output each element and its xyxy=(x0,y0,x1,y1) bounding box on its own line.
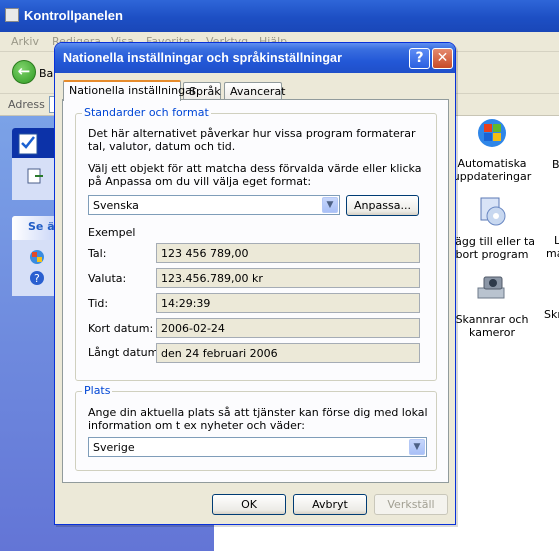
format-select[interactable]: Svenska ▼ xyxy=(88,195,340,215)
example-value-long-date: den 24 februari 2006 xyxy=(156,343,420,363)
standards-formats-group: Standarder och format Det här alternativ… xyxy=(75,106,437,381)
cp-item-automatic-updates[interactable]: Automatiska uppdateringar xyxy=(447,116,537,183)
dialog-titlebar[interactable]: Nationella inställningar och språkinstäl… xyxy=(55,43,455,73)
group-label: Standarder och format xyxy=(82,106,211,119)
example-value-currency: 123.456.789,00 kr xyxy=(156,268,420,288)
scanner-camera-icon xyxy=(477,276,505,299)
chevron-down-icon[interactable]: ▼ xyxy=(409,439,425,455)
example-label-currency: Valuta: xyxy=(88,272,127,285)
apply-button[interactable]: Verkställ xyxy=(374,494,448,515)
location-description: Ange din aktuella plats så att tjänster … xyxy=(88,406,428,432)
windows-update-small-icon[interactable] xyxy=(28,248,46,266)
select-prompt: Välj ett objekt för att matcha dess förv… xyxy=(88,162,422,188)
example-label-number: Tal: xyxy=(88,247,107,260)
example-value-time: 14:29:39 xyxy=(156,293,420,313)
background-window-title: Kontrollpanelen xyxy=(24,8,123,23)
cp-item-edge-label[interactable]: Bi xyxy=(552,158,559,171)
regional-language-dialog: Nationella inställningar och språkinstäl… xyxy=(54,42,456,525)
cp-item-edge-label[interactable]: ma xyxy=(546,247,559,260)
example-label-time: Tid: xyxy=(88,297,109,310)
location-select-value: Sverige xyxy=(93,441,135,454)
cp-item-edge-label[interactable]: L xyxy=(554,234,559,247)
standards-description: Det här alternativet påverkar hur vissa … xyxy=(88,127,416,153)
add-remove-programs-icon xyxy=(480,197,506,226)
cp-item-label: Automatiska uppdateringar xyxy=(452,157,532,183)
cancel-button[interactable]: Avbryt xyxy=(293,494,367,515)
background-window-titlebar[interactable]: Kontrollpanelen xyxy=(0,0,559,32)
cp-item-add-remove-programs[interactable]: Lägg till eller ta bort program xyxy=(447,194,537,261)
example-value-short-date: 2006-02-24 xyxy=(156,318,420,338)
customize-button[interactable]: Anpassa... xyxy=(346,195,419,216)
chevron-down-icon[interactable]: ▼ xyxy=(322,197,338,213)
task-box-header xyxy=(12,128,60,158)
see-also-header[interactable]: Se ä xyxy=(12,216,60,240)
help-icon[interactable]: ? xyxy=(409,48,430,69)
windows-update-icon xyxy=(478,119,506,147)
location-group: Plats Ange din aktuella plats så att tjä… xyxy=(75,384,437,471)
dialog-title: Nationella inställningar och språkinstäl… xyxy=(63,51,343,65)
example-value-number: 123 456 789,00 xyxy=(156,243,420,263)
example-label-long-date: Långt datum: xyxy=(88,346,163,359)
task-box-see-also: Se ä ? xyxy=(12,216,60,296)
format-select-value: Svenska xyxy=(93,199,139,212)
checklist-icon xyxy=(18,133,38,155)
ok-button[interactable]: OK xyxy=(212,494,286,515)
back-arrow-icon[interactable]: ← xyxy=(12,60,36,84)
close-icon[interactable]: ✕ xyxy=(432,48,453,69)
control-panel-icon xyxy=(5,8,19,22)
location-select[interactable]: Sverige ▼ xyxy=(88,437,427,457)
group-label: Plats xyxy=(82,384,113,397)
address-label: Adress xyxy=(8,98,45,111)
examples-heading: Exempel xyxy=(88,226,136,239)
menu-arkiv[interactable]: Arkiv xyxy=(11,35,39,48)
tab-panel: Standarder och format Det här alternativ… xyxy=(62,99,449,483)
tab-regional-options[interactable]: Nationella inställningar xyxy=(63,80,196,101)
switch-view-icon[interactable] xyxy=(26,166,46,186)
cp-item-edge-label[interactable]: Skr xyxy=(544,308,559,321)
task-box-control-panel xyxy=(12,128,60,200)
cp-item-label: Skannrar och kameror xyxy=(455,313,529,339)
cp-item-label: Lägg till eller ta bort program xyxy=(448,235,536,261)
help-small-icon[interactable]: ? xyxy=(28,269,46,287)
tab-advanced[interactable]: Avancerat xyxy=(224,82,286,100)
example-label-short-date: Kort datum: xyxy=(88,322,154,335)
cp-item-scanners-cameras[interactable]: Skannrar och kameror xyxy=(447,272,537,339)
svg-text:?: ? xyxy=(34,272,40,285)
